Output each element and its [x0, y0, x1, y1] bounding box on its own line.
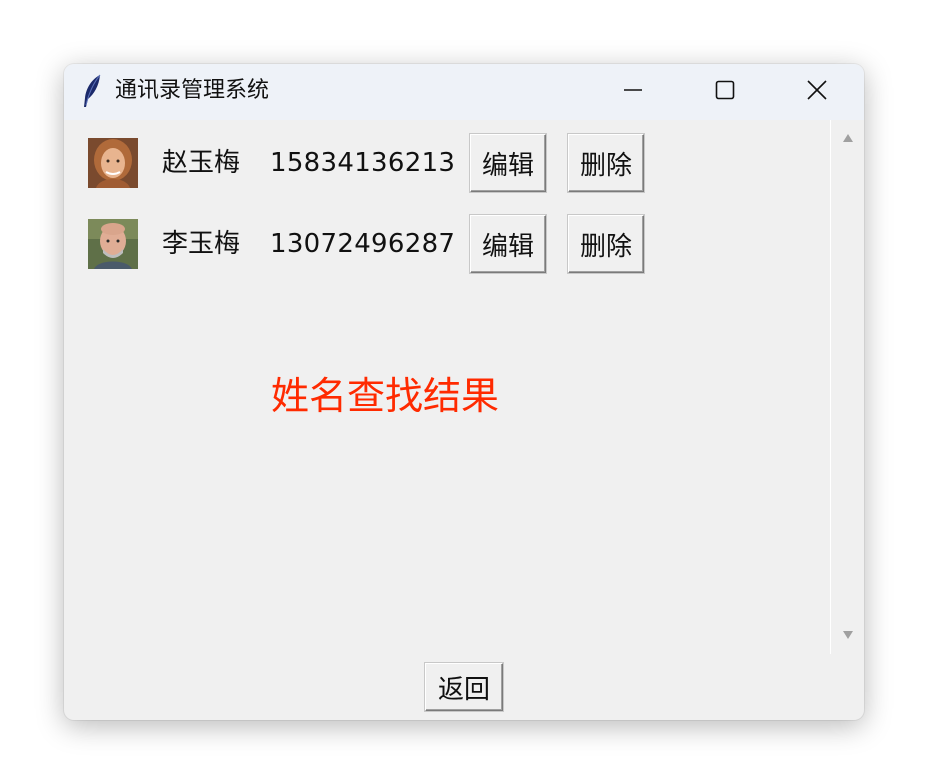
list-item: 李玉梅 13072496287 编辑 删除 [64, 213, 830, 275]
close-icon [806, 79, 828, 105]
close-button[interactable] [771, 64, 863, 120]
scroll-up-arrow-icon[interactable] [841, 132, 855, 144]
vertical-scrollbar[interactable] [830, 120, 864, 654]
edit-button[interactable]: 编辑 [470, 134, 546, 192]
female-avatar [88, 138, 138, 188]
window-title: 通讯录管理系统 [115, 78, 270, 103]
feather-icon [82, 74, 104, 108]
maximize-button[interactable] [679, 64, 771, 120]
delete-button[interactable]: 删除 [568, 134, 644, 192]
contact-phone: 13072496287 [270, 229, 456, 259]
male-avatar [88, 219, 138, 269]
contact-list: 赵玉梅 15834136213 编辑 删除 李玉梅 13072496287 编辑… [64, 120, 830, 654]
contact-phone: 15834136213 [270, 148, 456, 178]
maximize-icon [715, 80, 735, 104]
title-bar[interactable]: 通讯录管理系统 [64, 64, 864, 120]
delete-button[interactable]: 删除 [568, 215, 644, 273]
app-window: 通讯录管理系统 赵玉梅 15834136213 编辑 删除 李玉梅 130724… [64, 64, 864, 720]
minimize-icon [623, 80, 643, 104]
edit-button[interactable]: 编辑 [470, 215, 546, 273]
back-button[interactable]: 返回 [425, 663, 503, 711]
contact-name: 赵玉梅 [162, 148, 241, 178]
scroll-down-arrow-icon[interactable] [841, 629, 855, 641]
search-result-label: 姓名查找结果 [271, 374, 500, 418]
contact-name: 李玉梅 [162, 229, 241, 259]
minimize-button[interactable] [587, 64, 679, 120]
list-item: 赵玉梅 15834136213 编辑 删除 [64, 132, 830, 194]
